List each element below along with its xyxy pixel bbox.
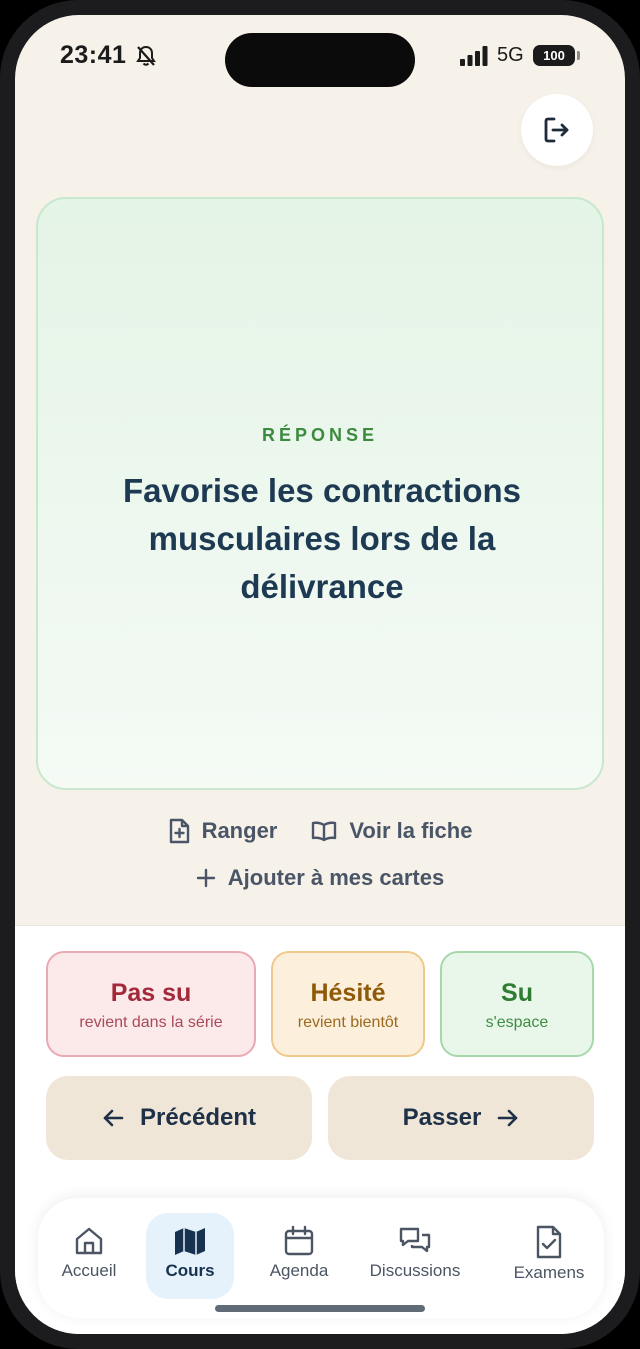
grade-subtitle: revient dans la série bbox=[79, 1014, 223, 1031]
tab-label: Discussions bbox=[369, 1261, 461, 1280]
calendar-icon bbox=[284, 1225, 314, 1256]
tab-label: Examens bbox=[513, 1263, 585, 1282]
status-time: 23:41 bbox=[60, 41, 127, 69]
card-label: RÉPONSE bbox=[261, 425, 379, 445]
voir-fiche-label: Voir la fiche bbox=[349, 818, 473, 843]
exam-file-icon bbox=[536, 1225, 562, 1259]
ranger-button[interactable]: Ranger bbox=[168, 818, 278, 844]
grade-pas-su-button[interactable]: Pas su revient dans la série bbox=[46, 951, 256, 1057]
screen: 23:41 5G 100 RÉPONSE Favorise les contra… bbox=[15, 15, 625, 1334]
tab-label: Agenda bbox=[269, 1261, 329, 1280]
signal-icon bbox=[460, 46, 488, 66]
tab-bar: Accueil Cours Agenda Discussions Examens bbox=[38, 1198, 604, 1318]
book-open-icon bbox=[312, 821, 337, 842]
grade-title: Pas su bbox=[110, 979, 192, 1007]
tab-label: Accueil bbox=[61, 1261, 117, 1280]
grade-subtitle: s'espace bbox=[485, 1014, 549, 1031]
phone-frame: 23:41 5G 100 RÉPONSE Favorise les contra… bbox=[0, 0, 640, 1349]
file-plus-icon bbox=[169, 818, 189, 844]
voir-fiche-button[interactable]: Voir la fiche bbox=[311, 818, 472, 844]
tab-agenda[interactable]: Agenda bbox=[254, 1213, 344, 1299]
home-icon bbox=[75, 1227, 103, 1255]
skip-button[interactable]: Passer bbox=[328, 1076, 594, 1160]
ranger-label: Ranger bbox=[201, 818, 278, 843]
add-to-cards-button[interactable]: Ajouter à mes cartes bbox=[196, 865, 444, 891]
dynamic-island bbox=[225, 33, 415, 87]
previous-label: Précédent bbox=[139, 1104, 257, 1131]
skip-label: Passer bbox=[402, 1104, 482, 1131]
bottom-panel: Pas su revient dans la série Hésité revi… bbox=[15, 925, 625, 1334]
grade-su-button[interactable]: Su s'espace bbox=[440, 951, 594, 1057]
add-to-cards-label: Ajouter à mes cartes bbox=[227, 865, 445, 890]
chat-icon bbox=[399, 1227, 431, 1253]
network-label: 5G bbox=[497, 44, 524, 66]
grade-hesite-button[interactable]: Hésité revient bientôt bbox=[271, 951, 425, 1057]
bell-slash-icon bbox=[136, 45, 156, 66]
arrow-left-icon bbox=[103, 1109, 124, 1127]
tab-label: Cours bbox=[165, 1261, 215, 1280]
map-icon bbox=[175, 1228, 205, 1255]
tab-discussions[interactable]: Discussions bbox=[362, 1213, 468, 1299]
battery-tip bbox=[577, 51, 580, 60]
add-card-row: Ajouter à mes cartes bbox=[15, 865, 625, 891]
previous-button[interactable]: Précédent bbox=[46, 1076, 312, 1160]
card-answer-text: Favorise les contractions musculaires lo… bbox=[123, 472, 521, 605]
tab-cours[interactable]: Cours bbox=[146, 1213, 234, 1299]
grade-title: Su bbox=[501, 979, 533, 1007]
tab-accueil[interactable]: Accueil bbox=[46, 1213, 132, 1299]
flashcard[interactable]: RÉPONSE Favorise les contractions muscul… bbox=[36, 197, 604, 790]
tab-examens[interactable]: Examens bbox=[504, 1213, 594, 1299]
plus-icon bbox=[196, 868, 215, 888]
logout-button[interactable] bbox=[521, 94, 593, 166]
logout-icon bbox=[544, 117, 569, 143]
card-actions: Ranger Voir la fiche bbox=[15, 818, 625, 844]
grade-subtitle: revient bientôt bbox=[297, 1014, 399, 1031]
arrow-right-icon bbox=[498, 1109, 518, 1127]
home-indicator[interactable] bbox=[215, 1305, 425, 1312]
battery-indicator: 100 bbox=[533, 45, 575, 66]
grade-title: Hésité bbox=[310, 979, 386, 1007]
status-bar: 23:41 5G 100 bbox=[15, 15, 625, 105]
